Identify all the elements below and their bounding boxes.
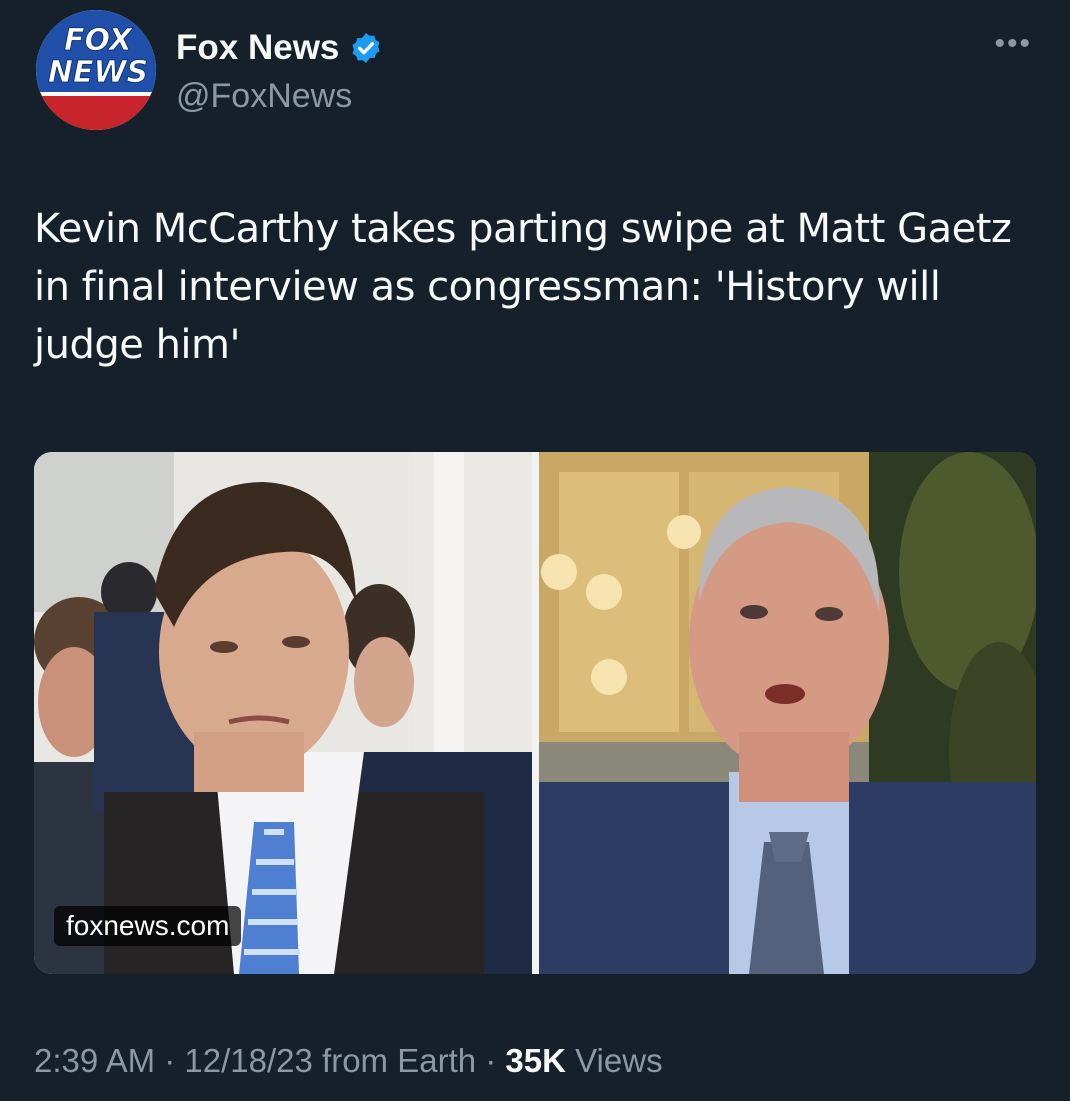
tweet-header: FOX NEWS channel Fox News @FoxNews ••• xyxy=(34,8,1070,138)
tweet-source: from Earth xyxy=(312,1042,477,1079)
views-label: Views xyxy=(565,1042,663,1079)
name-row: Fox News xyxy=(176,28,383,68)
image-divider xyxy=(532,452,539,974)
link-source-label: foxnews.com xyxy=(54,906,242,946)
meta-separator: · xyxy=(155,1042,185,1079)
tweet-date[interactable]: 12/18/23 xyxy=(184,1042,312,1079)
avatar[interactable]: FOX NEWS channel xyxy=(34,8,158,132)
photo-kevin-mccarthy xyxy=(539,452,1036,974)
link-card[interactable]: foxnews.com xyxy=(34,452,1036,974)
meta-separator: · xyxy=(476,1042,506,1079)
tweet-meta: 2:39 AM · 12/18/23 from Earth · 35K View… xyxy=(34,1042,663,1080)
verified-badge-icon xyxy=(352,33,380,63)
fox-news-logo: FOX NEWS channel xyxy=(36,10,156,130)
logo-line-2: NEWS xyxy=(48,55,148,90)
display-name[interactable]: Fox News xyxy=(176,28,339,68)
logo-line-1: FOX xyxy=(64,23,134,58)
views-count: 35K xyxy=(505,1042,566,1079)
account-handle[interactable]: @FoxNews xyxy=(176,77,352,116)
more-options-icon[interactable]: ••• xyxy=(994,29,1032,59)
tweet-text: Kevin McCarthy takes parting swipe at Ma… xyxy=(34,206,1012,368)
photo-matt-gaetz xyxy=(34,452,532,974)
tweet-time[interactable]: 2:39 AM xyxy=(34,1042,155,1079)
